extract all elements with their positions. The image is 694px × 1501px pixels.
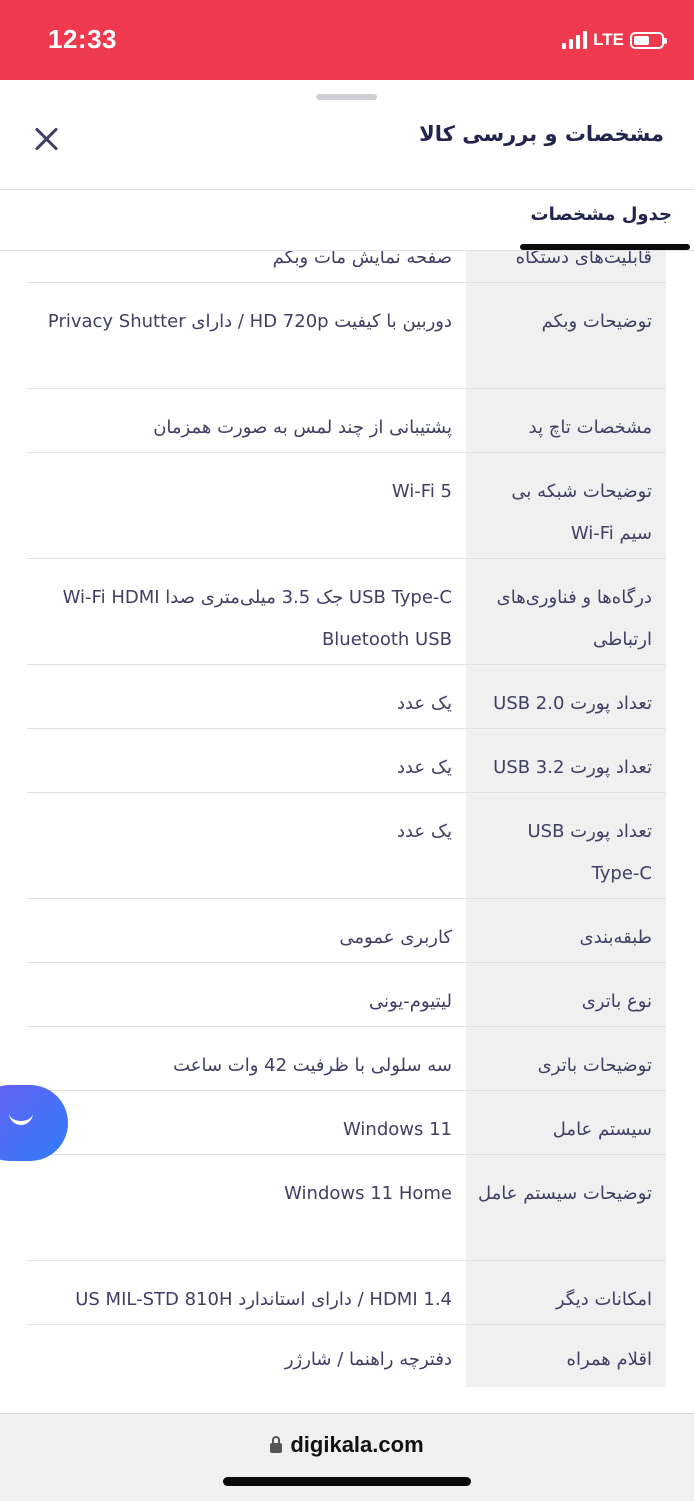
spec-value: کاربری عمومی	[339, 927, 452, 948]
table-row: توضیحات وبکم دوربین با کیفیت HD 720p / د…	[27, 283, 666, 389]
status-bar: 12:33 LTE	[0, 0, 694, 80]
spec-value: یک عدد	[396, 821, 452, 842]
table-row: تعداد پورت USB 3.2 یک عدد	[27, 729, 666, 793]
table-row: توضیحات سیستم عامل Windows 11 Home	[27, 1155, 666, 1261]
status-indicators: LTE	[562, 30, 667, 50]
chat-icon	[9, 1107, 33, 1125]
table-row: درگاه‌ها و فناوری‌های ارتباطی USB Type-C…	[27, 559, 666, 665]
spec-value: Windows 11	[343, 1119, 452, 1140]
spec-key: اقلام همراه	[466, 1325, 666, 1387]
spec-value: صفحه نمایش مات وبکم	[272, 251, 452, 268]
spec-key: نوع باتری	[466, 963, 666, 1026]
sheet-drag-handle[interactable]	[316, 94, 377, 100]
spec-value: HDMI 1.4 / دارای استاندارد US MIL-STD 81…	[75, 1289, 452, 1310]
tab-specifications[interactable]: جدول مشخصات	[531, 204, 672, 225]
spec-key: توضیحات شبکه بی سیم Wi-Fi	[466, 453, 666, 558]
battery-icon	[630, 31, 667, 49]
home-indicator[interactable]	[223, 1477, 471, 1486]
spec-key: طبقه‌بندی	[466, 899, 666, 962]
spec-value: یک عدد	[396, 693, 452, 714]
url-display[interactable]: digikala.com	[0, 1432, 694, 1458]
specs-table: قابلیت‌های دستگاه صفحه نمایش مات وبکم تو…	[27, 251, 666, 1387]
spec-value: دفترچه راهنما / شارژر	[284, 1349, 452, 1370]
spec-key: توضیحات وبکم	[466, 283, 666, 388]
lock-icon	[270, 1436, 283, 1453]
browser-address-bar[interactable]: digikala.com	[0, 1413, 694, 1501]
table-row: سیستم عامل Windows 11	[27, 1091, 666, 1155]
table-row: توضیحات باتری سه سلولی با ظرفیت 42 وات س…	[27, 1027, 666, 1091]
spec-key: تعداد پورت USB 2.0	[466, 665, 666, 728]
status-time: 12:33	[48, 24, 117, 54]
table-row: طبقه‌بندی کاربری عمومی	[27, 899, 666, 963]
spec-value: یک عدد	[396, 757, 452, 778]
spec-key: قابلیت‌های دستگاه	[466, 251, 666, 282]
table-row: امکانات دیگر HDMI 1.4 / دارای استاندارد …	[27, 1261, 666, 1325]
spec-value: دوربین با کیفیت HD 720p / دارای Privacy …	[47, 311, 452, 332]
spec-key: تعداد پورت USB 3.2	[466, 729, 666, 792]
table-row: قابلیت‌های دستگاه صفحه نمایش مات وبکم	[27, 251, 666, 283]
network-label: LTE	[593, 30, 624, 49]
table-row: اقلام همراه دفترچه راهنما / شارژر	[27, 1325, 666, 1387]
close-icon[interactable]	[32, 124, 62, 154]
spec-value: پشتیبانی از چند لمس به صورت همزمان	[153, 417, 452, 438]
signal-icon	[562, 31, 588, 49]
specs-scroll-area[interactable]: قابلیت‌های دستگاه صفحه نمایش مات وبکم تو…	[0, 251, 694, 1413]
spec-key: مشخصات تاچ پد	[466, 389, 666, 452]
sheet-title: مشخصات و بررسی کالا	[419, 122, 664, 146]
spec-value: Wi-Fi 5	[391, 481, 452, 502]
table-row: تعداد پورت USB Type-C یک عدد	[27, 793, 666, 899]
header-divider	[0, 189, 694, 190]
spec-key: امکانات دیگر	[466, 1261, 666, 1324]
table-row: توضیحات شبکه بی سیم Wi-Fi Wi-Fi 5	[27, 453, 666, 559]
spec-value: سه سلولی با ظرفیت 42 وات ساعت	[173, 1055, 452, 1076]
spec-value: لیتیوم-یونی	[368, 991, 452, 1012]
spec-key: تعداد پورت USB Type-C	[466, 793, 666, 898]
table-row: تعداد پورت USB 2.0 یک عدد	[27, 665, 666, 729]
spec-key: توضیحات باتری	[466, 1027, 666, 1090]
spec-key: درگاه‌ها و فناوری‌های ارتباطی	[466, 559, 666, 664]
spec-value: USB Type-C جک 3.5 میلی‌متری صدا Wi-Fi HD…	[62, 587, 452, 650]
spec-key: سیستم عامل	[466, 1091, 666, 1154]
table-row: مشخصات تاچ پد پشتیبانی از چند لمس به صور…	[27, 389, 666, 453]
url-text: digikala.com	[290, 1432, 424, 1457]
spec-key: توضیحات سیستم عامل	[466, 1155, 666, 1260]
table-row: نوع باتری لیتیوم-یونی	[27, 963, 666, 1027]
spec-value: Windows 11 Home	[284, 1183, 452, 1204]
